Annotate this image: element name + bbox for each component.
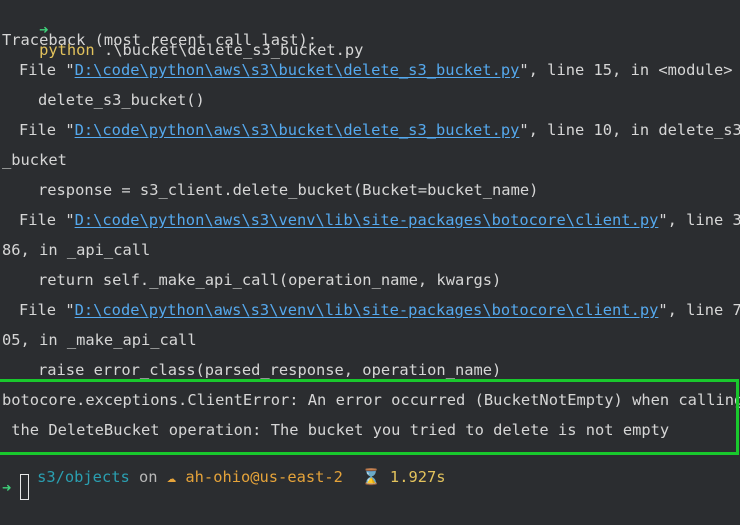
file-path-link[interactable]: D:\code\python\aws\s3\venv\lib\site-pack…	[75, 301, 659, 319]
next-prompt-line[interactable]: ➜	[2, 474, 29, 500]
cloud-icon: ☁	[166, 468, 177, 486]
frame-prefix: File "	[19, 121, 75, 139]
traceback-frame-line: File "D:\code\python\aws\s3\bucket\delet…	[19, 120, 740, 150]
traceback-code-line: return self._make_api_call(operation_nam…	[38, 271, 502, 289]
status-duration: 1.927s	[389, 468, 446, 486]
error-highlight-box	[0, 379, 739, 455]
traceback-frame-line: File "D:\code\python\aws\s3\venv\lib\sit…	[19, 210, 740, 240]
text-cursor[interactable]	[20, 474, 29, 500]
traceback-code-line: response = s3_client.delete_bucket(Bucke…	[38, 181, 539, 199]
frame-prefix: File "	[19, 61, 75, 79]
frame-prefix: File "	[19, 301, 75, 319]
traceback-frame-line: File "D:\code\python\aws\s3\bucket\delet…	[19, 60, 733, 90]
file-path-link[interactable]: D:\code\python\aws\s3\bucket\delete_s3_b…	[75, 61, 520, 79]
traceback-frame-wrap: _bucket	[2, 151, 67, 169]
status-directory: s3/objects	[37, 468, 130, 486]
status-aws-profile: ah-ohio@us-east-2	[185, 468, 343, 486]
command-line: ➜ python .\bucket\delete_s3_bucket.py	[2, 0, 363, 59]
frame-suffix: ", line 3	[658, 211, 740, 229]
traceback-frame-wrap: 05, in _make_api_call	[2, 331, 197, 349]
terminal-window[interactable]: ➜ python .\bucket\delete_s3_bucket.py Tr…	[0, 0, 740, 525]
frame-suffix: ", line 10, in delete_s3	[519, 121, 740, 139]
frame-suffix: ", line 7	[658, 301, 740, 319]
file-path-link[interactable]: D:\code\python\aws\s3\bucket\delete_s3_b…	[75, 121, 520, 139]
frame-suffix: ", line 15, in <module>	[519, 61, 733, 79]
status-on: on	[129, 468, 167, 486]
traceback-code-line: delete_s3_bucket()	[38, 91, 205, 109]
traceback-frame-wrap: 86, in _api_call	[2, 241, 151, 259]
frame-prefix: File "	[19, 211, 75, 229]
prompt-arrow-icon: ➜	[2, 479, 12, 497]
file-path-link[interactable]: D:\code\python\aws\s3\venv\lib\site-pack…	[75, 211, 659, 229]
traceback-header: Traceback (most recent call last):	[2, 31, 318, 49]
hourglass-icon: ⌛	[361, 468, 381, 486]
traceback-frame-line: File "D:\code\python\aws\s3\venv\lib\sit…	[19, 300, 740, 330]
